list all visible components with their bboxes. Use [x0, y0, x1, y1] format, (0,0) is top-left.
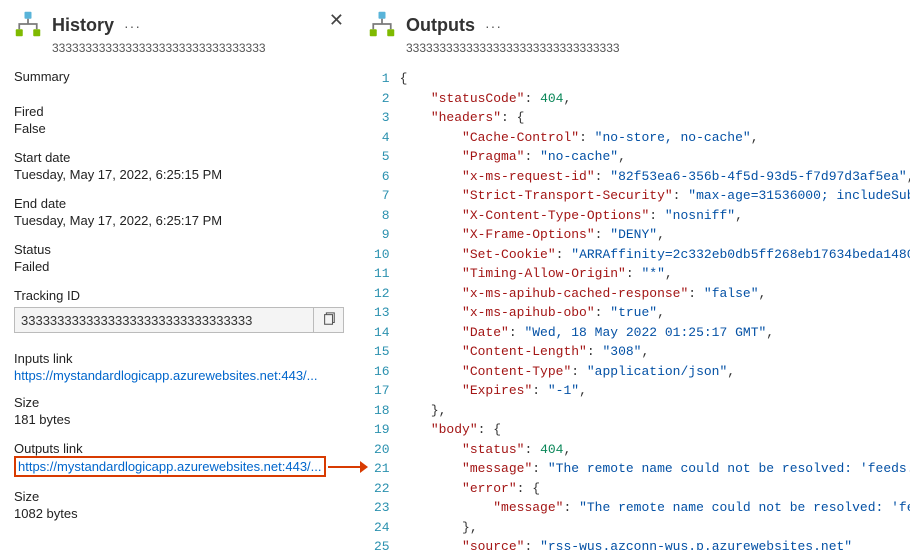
inputs-link[interactable]: https://mystandardlogicapp.azurewebsites… — [14, 368, 344, 383]
fired-label: Fired — [14, 104, 344, 119]
start-date-label: Start date — [14, 150, 344, 165]
arrow-right-icon — [328, 458, 368, 479]
inputs-link-label: Inputs link — [14, 351, 344, 366]
tracking-id-input[interactable] — [15, 313, 313, 328]
tracking-id-label: Tracking ID — [14, 288, 344, 303]
inputs-size-value: 181 bytes — [14, 412, 344, 427]
close-icon[interactable]: ✕ — [329, 10, 344, 31]
history-header: History ··· — [14, 10, 344, 41]
json-code: { "statusCode": 404, "headers": { "Cache… — [400, 69, 910, 550]
outputs-panel: Outputs ··· 3333333333333333333333333333… — [358, 0, 910, 550]
outputs-link-label: Outputs link — [14, 441, 344, 456]
fired-value: False — [14, 121, 344, 136]
history-panel: History ··· ✕ 33333333333333333333333333… — [0, 0, 358, 550]
end-date-value: Tuesday, May 17, 2022, 6:25:17 PM — [14, 213, 344, 228]
summary-label: Summary — [14, 69, 344, 84]
history-guid: 33333333333333333333333333333333 — [52, 41, 344, 55]
json-editor[interactable]: 1234567891011121314151617181920212223242… — [368, 69, 910, 550]
tracking-id-box — [14, 307, 344, 333]
copy-button[interactable] — [313, 308, 343, 332]
status-label: Status — [14, 242, 344, 257]
end-date-label: End date — [14, 196, 344, 211]
outputs-size-value: 1082 bytes — [14, 506, 344, 521]
outputs-guid: 33333333333333333333333333333333 — [406, 41, 910, 55]
logic-app-icon — [14, 10, 42, 41]
outputs-title: Outputs — [406, 15, 475, 36]
history-title: History — [52, 15, 114, 36]
history-more-menu[interactable]: ··· — [124, 18, 141, 34]
outputs-link-highlight: https://mystandardlogicapp.azurewebsites… — [14, 456, 326, 477]
outputs-link[interactable]: https://mystandardlogicapp.azurewebsites… — [18, 459, 322, 474]
status-value: Failed — [14, 259, 344, 274]
outputs-header: Outputs ··· — [368, 10, 910, 41]
logic-app-icon — [368, 10, 396, 41]
copy-icon — [322, 312, 336, 329]
outputs-more-menu[interactable]: ··· — [485, 18, 502, 34]
outputs-size-label: Size — [14, 489, 344, 504]
start-date-value: Tuesday, May 17, 2022, 6:25:15 PM — [14, 167, 344, 182]
inputs-size-label: Size — [14, 395, 344, 410]
line-number-gutter: 1234567891011121314151617181920212223242… — [368, 69, 400, 550]
